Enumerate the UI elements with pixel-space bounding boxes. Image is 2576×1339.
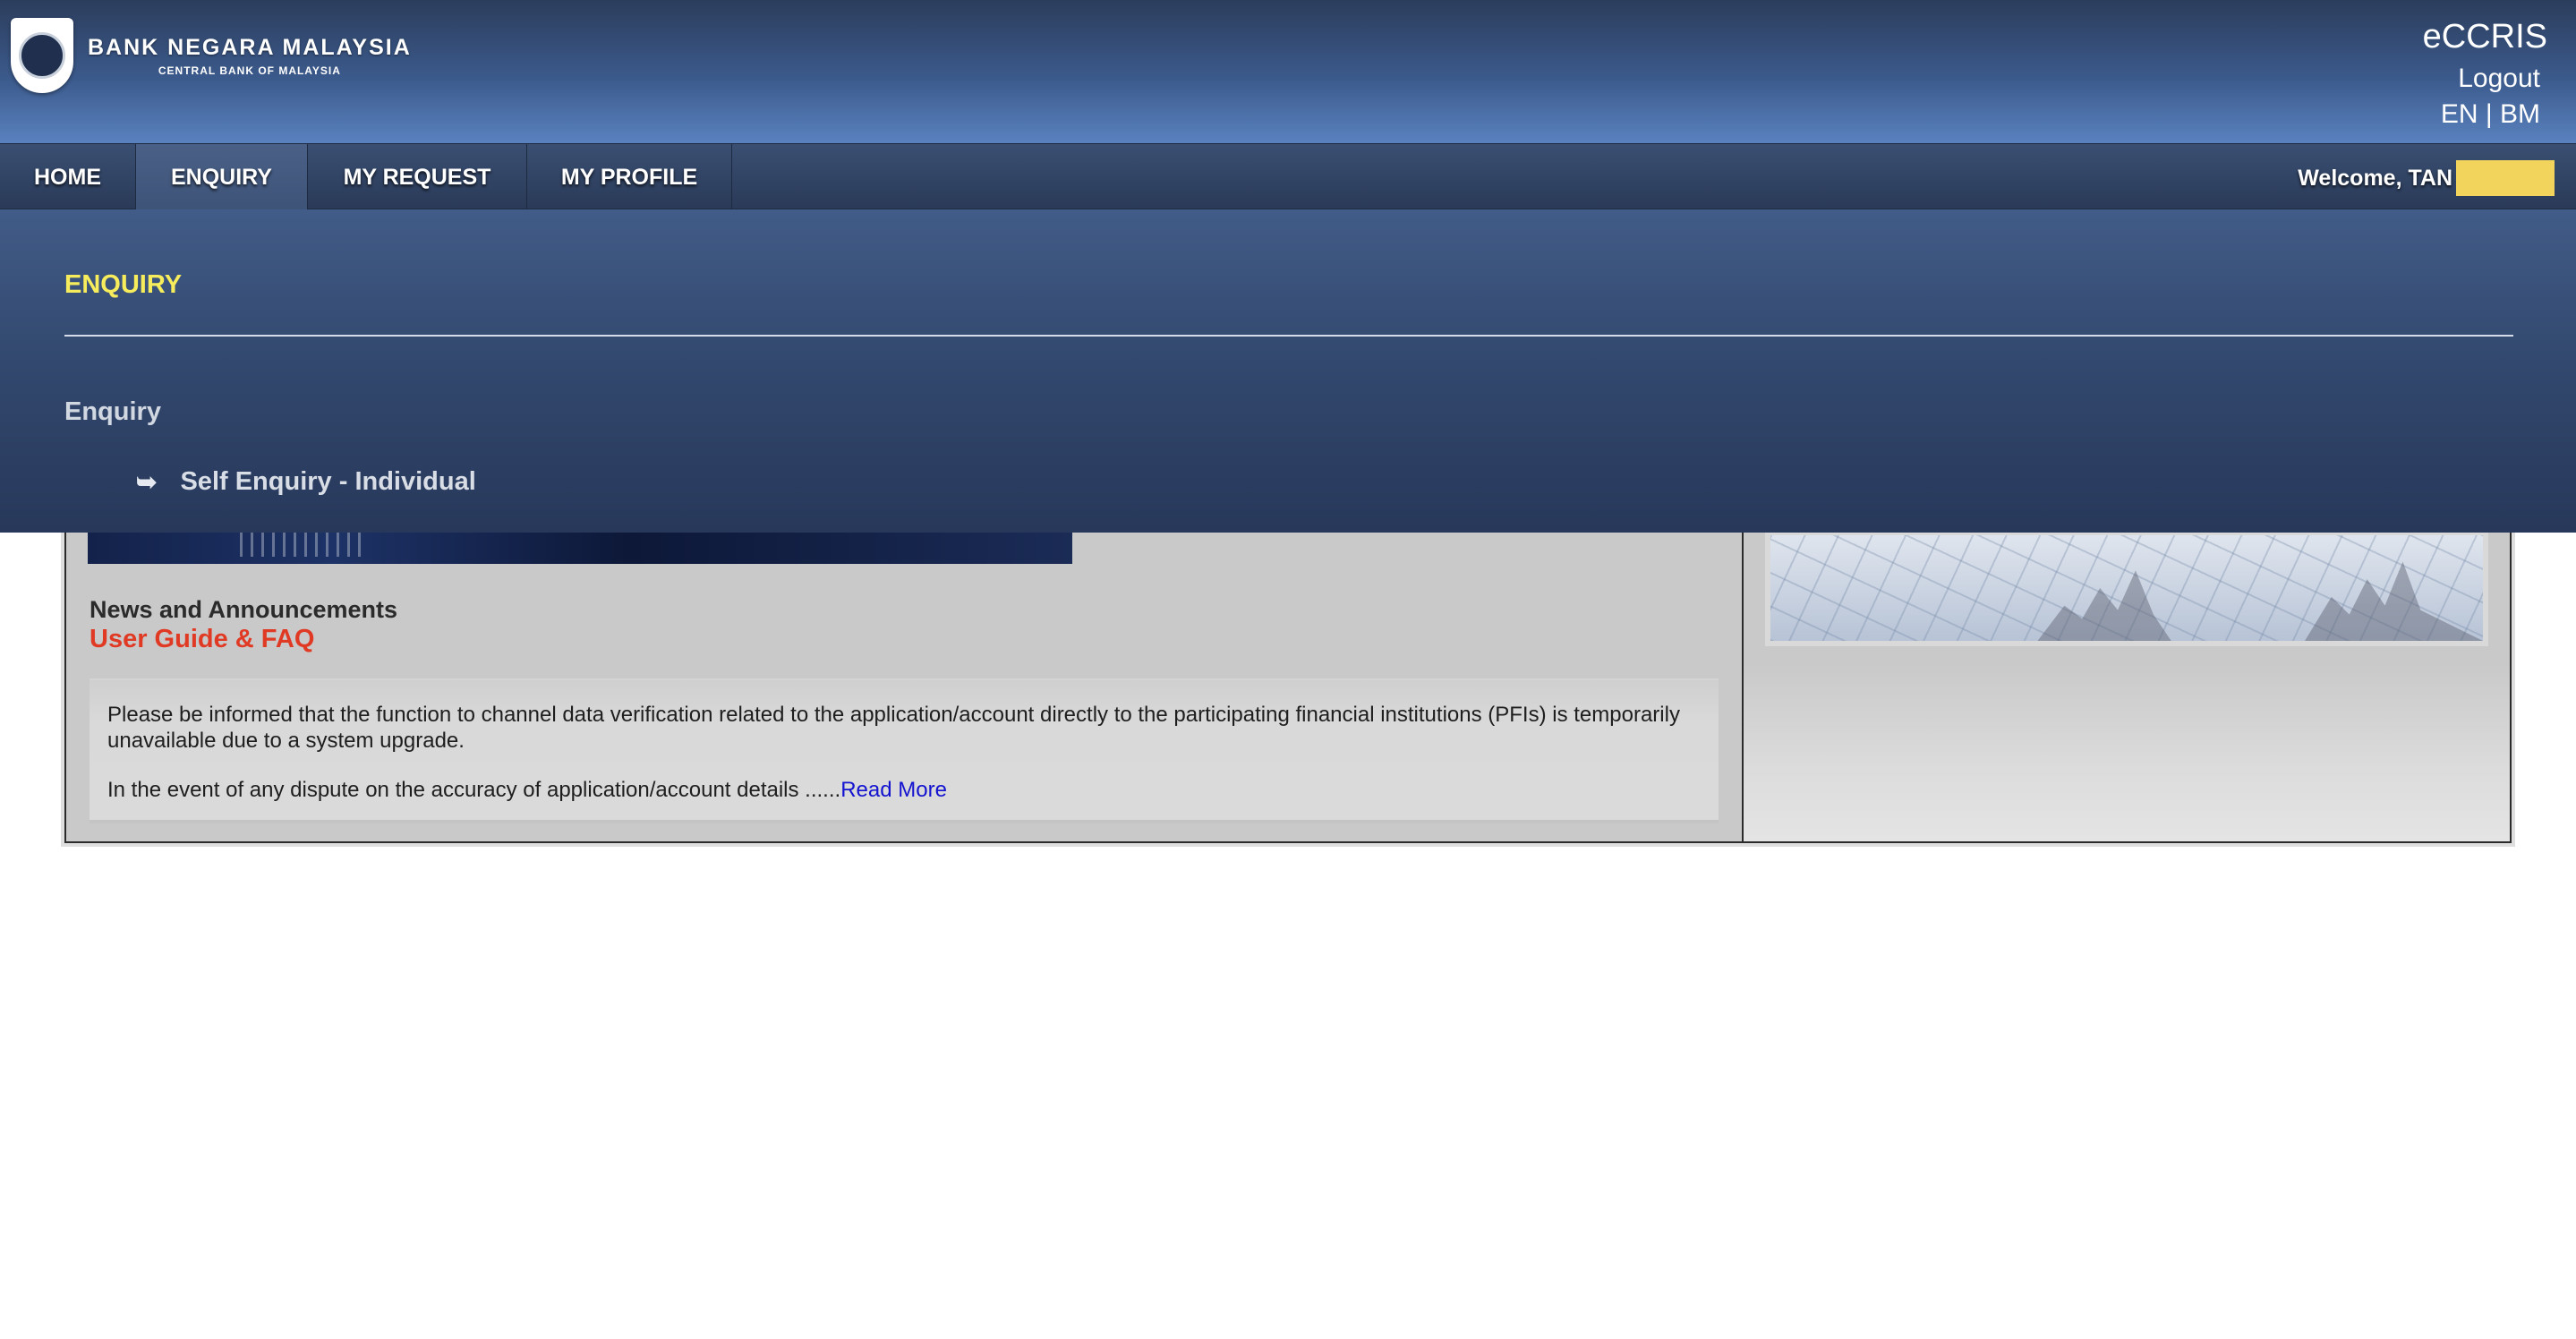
header-top-right: eCCRIS Logout EN | BM	[2423, 18, 2547, 130]
arrow-right-icon: ➥	[136, 468, 158, 496]
logo-wordmark: BANK NEGARA MALAYSIA CENTRAL BANK OF MAL…	[88, 35, 412, 77]
nav-my-profile[interactable]: MY PROFILE	[527, 144, 732, 210]
announcement-text-2-body: In the event of any dispute on the accur…	[107, 778, 841, 802]
dropdown-title: ENQUIRY	[64, 270, 183, 299]
lang-separator: |	[2478, 99, 2500, 129]
side-panel-fade	[1744, 664, 2510, 841]
nav-enquiry[interactable]: ENQUIRY	[136, 144, 308, 210]
redacted-username	[2456, 160, 2555, 196]
logout-link[interactable]: Logout	[2423, 64, 2540, 94]
self-enquiry-individual-label: Self Enquiry - Individual	[180, 467, 476, 496]
announcement-box: Please be informed that the function to …	[90, 678, 1719, 823]
lang-en-link[interactable]: EN	[2441, 99, 2478, 129]
welcome-user: Welcome, TAN	[2298, 160, 2555, 196]
nav-home[interactable]: HOME	[0, 144, 136, 210]
announcement-text-1: Please be informed that the function to …	[107, 703, 1680, 753]
announcement-text-2: In the event of any dispute on the accur…	[107, 777, 1701, 803]
chart-wave-graphic	[2037, 561, 2483, 641]
user-guide-faq-link[interactable]: User Guide & FAQ	[90, 625, 314, 654]
side-chart-image	[1765, 530, 2488, 646]
lang-bm-link[interactable]: BM	[2500, 99, 2540, 129]
news-heading: News and Announcements	[90, 596, 398, 623]
nav-my-request[interactable]: MY REQUEST	[308, 144, 527, 210]
self-enquiry-individual-link[interactable]: ➥ Self Enquiry - Individual	[136, 467, 476, 497]
read-more-link[interactable]: Read More	[840, 778, 947, 802]
bnm-crest-icon	[11, 18, 73, 93]
logo-main-text: BANK NEGARA MALAYSIA	[88, 34, 412, 60]
main-nav: HOME ENQUIRY MY REQUEST MY PROFILE Welco…	[0, 143, 2576, 210]
dropdown-divider	[64, 335, 2513, 337]
dropdown-section-heading: Enquiry	[64, 397, 161, 426]
logo-sub-text: CENTRAL BANK OF MALAYSIA	[158, 64, 341, 77]
welcome-text: Welcome, TAN	[2298, 165, 2452, 191]
enquiry-dropdown-menu: ENQUIRY Enquiry ➥ Self Enquiry - Individ…	[0, 209, 2576, 533]
language-switcher: EN | BM	[2423, 99, 2540, 130]
app-title: eCCRIS	[2422, 18, 2547, 55]
crest-emblem	[19, 32, 65, 79]
bnm-logo[interactable]: BANK NEGARA MALAYSIA CENTRAL BANK OF MAL…	[11, 18, 412, 93]
header-banner: BANK NEGARA MALAYSIA CENTRAL BANK OF MAL…	[0, 0, 2576, 143]
